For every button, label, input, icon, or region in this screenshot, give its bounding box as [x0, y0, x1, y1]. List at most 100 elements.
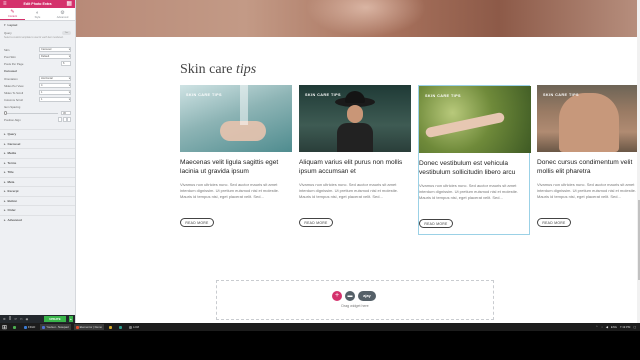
language-indicator[interactable]: ENG	[611, 325, 617, 329]
caret-right-icon: ▸	[4, 141, 6, 146]
accordion-media[interactable]: ▸ Media	[0, 148, 75, 158]
taskbar-app[interactable]: LCM	[127, 324, 141, 330]
caret-down-icon: ▾	[4, 23, 6, 27]
taskbar-app[interactable]: FDLD	[22, 324, 37, 330]
taskbar-app-label: LCM	[133, 325, 140, 329]
post-thumbnail[interactable]: SKIN CARE TIPS	[299, 85, 411, 152]
post-thumbnail[interactable]: SKIN CARE TIPS	[537, 85, 640, 152]
settings-icon[interactable]: ⚙	[3, 317, 6, 321]
post-excerpt: Vivamus non ultricies nunc. Sed auctor m…	[419, 183, 518, 200]
add-section-plus-icon[interactable]: +	[332, 291, 342, 301]
accordion-label: Excerpt	[7, 189, 19, 194]
taskbar-app-label: FDLD	[28, 325, 36, 329]
update-button[interactable]: UPDATE	[44, 316, 66, 322]
panel-tabs: ✎ Content ◐ Style ⚙ Advanced	[0, 8, 75, 21]
widgets-grid-icon[interactable]: ▦	[66, 1, 72, 7]
read-more-button[interactable]: READ MORE	[537, 218, 571, 227]
align-center-button[interactable]	[62, 117, 67, 122]
skin-row: Skin Carousel ▾	[0, 46, 75, 53]
accordion-excerpt[interactable]: ▸ Excerpt	[0, 186, 75, 196]
post-title[interactable]: Donec cursus condimentum velit mollis el…	[537, 158, 640, 178]
post-title[interactable]: Maecenas velit ligula sagittis eget laci…	[180, 158, 292, 178]
preview-eye-icon[interactable]: ◉	[26, 317, 29, 321]
section-heading: Skin care tips	[180, 62, 256, 78]
post-thumbnail[interactable]: SKIN CARE TIPS	[419, 86, 531, 153]
columns-scroll-select[interactable]: 1 ▾	[39, 97, 71, 102]
taskbar-app[interactable]: YouGet - Notepad	[40, 324, 71, 330]
network-icon[interactable]: ◔	[601, 325, 603, 329]
slides-to-scroll-select[interactable]: 1 ▾	[39, 90, 71, 95]
post-badge: SKIN CARE TIPS	[543, 93, 579, 97]
update-options-button[interactable]: ▴	[68, 316, 73, 322]
slider-track[interactable]	[4, 111, 58, 115]
orientation-label: Orientation	[4, 76, 18, 81]
slides-per-view-value: 4	[41, 84, 43, 87]
read-more-button[interactable]: READ MORE	[299, 218, 333, 227]
taskbar-app[interactable]	[117, 324, 124, 330]
tab-advanced-label: Advanced	[56, 15, 69, 19]
accordion-title[interactable]: ▸ Title	[0, 167, 75, 177]
columns-scroll-row: Columns Scroll 1 ▾	[0, 96, 75, 103]
hamburger-menu-icon[interactable]: ≡	[3, 1, 7, 7]
accordion-order[interactable]: ▸ Order	[0, 205, 75, 215]
accordion-meta[interactable]: ▸ Meta	[0, 176, 75, 187]
chevron-down-icon: ▾	[68, 84, 70, 87]
windows-start-icon[interactable]: ⊞	[2, 324, 8, 331]
clock[interactable]: 7:19 PM	[620, 325, 630, 329]
notifications-icon[interactable]: ▢	[633, 325, 636, 329]
post-thumbnail[interactable]: SKIN CARE TIPS	[180, 85, 292, 152]
orientation-select[interactable]: Horizontal ▾	[39, 76, 71, 81]
post-title[interactable]: Donec vestibulum est vehicula vestibulum…	[419, 159, 529, 179]
chevron-down-icon: ▾	[68, 98, 70, 101]
scrollbar-thumb[interactable]	[637, 200, 640, 280]
taskbar-app[interactable]: Elementor | Demo	[73, 324, 105, 330]
skin-select[interactable]: Carousel ▾	[39, 47, 71, 52]
slides-per-view-select[interactable]: 4 ▾	[39, 83, 71, 88]
posts-per-page-input[interactable]: 6	[61, 61, 71, 66]
ajax-template-button[interactable]: ajay	[358, 291, 376, 301]
item-spacing-input[interactable]: 30	[61, 110, 71, 116]
align-right-button[interactable]	[67, 117, 71, 122]
section-heading-italic: tips	[235, 62, 257, 77]
caret-right-icon: ▸	[4, 208, 6, 213]
query-toggle-row: Query Yes	[0, 29, 75, 36]
chevron-down-icon: ▾	[68, 91, 70, 94]
hat-crown-shape	[345, 91, 365, 103]
taskbar-app[interactable]	[107, 324, 114, 330]
post-title[interactable]: Aliquam varius elit purus non mollis ips…	[299, 158, 411, 178]
post-skin-select[interactable]: Default ▾	[39, 54, 71, 59]
accordion-query[interactable]: ▸ Query	[0, 129, 75, 139]
caret-right-icon: ▸	[4, 132, 6, 137]
taskbar-app[interactable]	[11, 324, 19, 330]
post-card: SKIN CARE TIPS Maecenas velit ligula sag…	[180, 85, 292, 235]
tab-advanced[interactable]: ⚙ Advanced	[50, 8, 75, 20]
read-more-button[interactable]: READ MORE	[419, 219, 453, 228]
accordion-carousel[interactable]: ▸ Carousel	[0, 138, 75, 149]
layout-section-title[interactable]: ▾ Layout	[0, 21, 75, 29]
responsive-icon[interactable]: ▭	[20, 317, 23, 321]
tab-style[interactable]: ◐ Style	[25, 8, 50, 20]
caret-right-icon: ▸	[4, 170, 6, 175]
align-left-button[interactable]	[58, 117, 62, 122]
carousel-section-label: Carousel	[4, 69, 17, 73]
preview-canvas: Skin care tips SKIN CARE TIPS Maecenas v…	[76, 0, 640, 323]
panel-description: Select a custom template to use for each…	[4, 36, 64, 39]
accordion-advanced[interactable]: ▸ Advanced	[0, 214, 75, 225]
caret-right-icon: ▸	[4, 179, 6, 184]
accordion-button[interactable]: ▸ Button	[0, 195, 75, 206]
history-icon[interactable]: ↺	[14, 317, 17, 321]
panel-header: ≡ Edit Photo Extra ▦	[0, 0, 75, 8]
query-toggle-label: Query	[4, 30, 12, 35]
chevron-up-icon[interactable]: ⌃	[596, 325, 598, 329]
tab-style-label: Style	[34, 15, 41, 19]
query-toggle[interactable]: Yes	[62, 30, 71, 35]
volume-icon[interactable]: ◀	[606, 325, 608, 329]
layout-section-label: Layout	[7, 23, 18, 27]
read-more-button[interactable]: READ MORE	[180, 218, 214, 227]
template-library-folder-icon[interactable]: ▬	[345, 291, 355, 301]
accordion-terms[interactable]: ▸ Terms	[0, 157, 75, 168]
dropzone-hint: Drag widget here	[341, 304, 369, 308]
layers-icon[interactable]: ≣	[9, 317, 12, 321]
tab-content[interactable]: ✎ Content	[0, 8, 25, 20]
slider-knob[interactable]	[4, 111, 8, 115]
